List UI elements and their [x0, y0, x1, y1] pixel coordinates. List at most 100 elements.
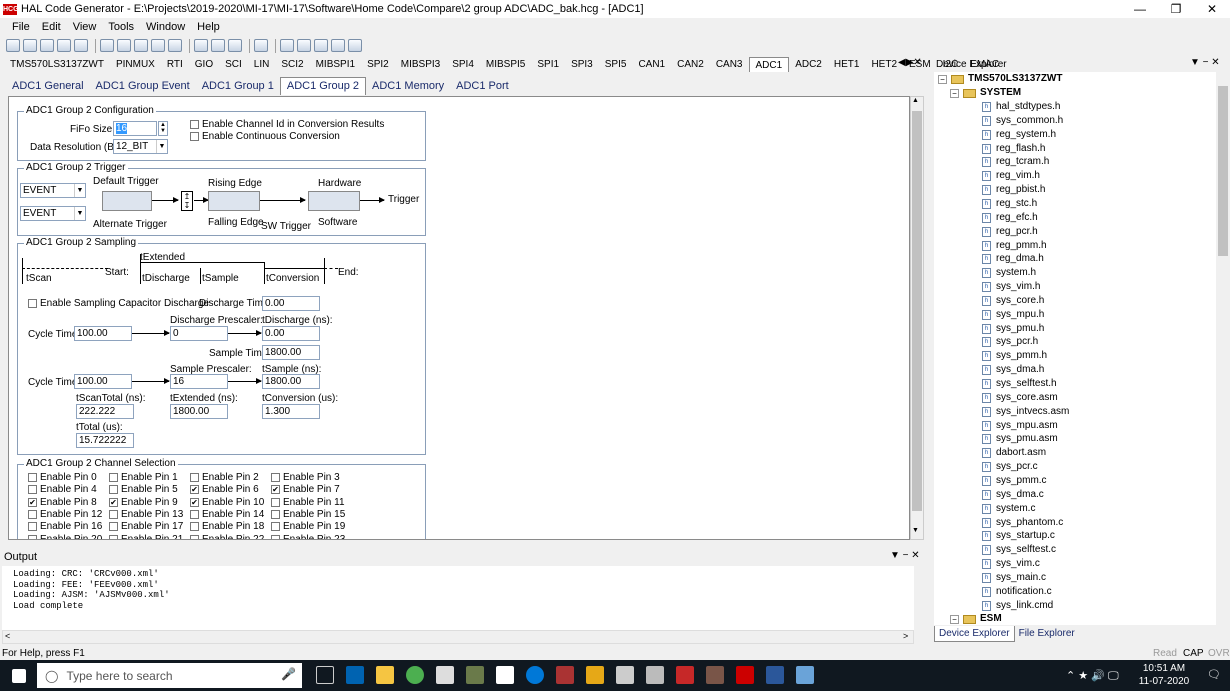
module-tab[interactable]: LIN	[248, 57, 276, 72]
resolution-select[interactable]: 12_BIT ▼	[113, 139, 168, 154]
tree-file[interactable]: h sys_vim.c	[982, 557, 1040, 571]
tree-file[interactable]: h reg_tcram.h	[982, 155, 1049, 169]
pin-checkbox[interactable]: ✔ Enable Pin 9	[109, 497, 178, 508]
tree-folder-esm[interactable]: − ESM	[950, 612, 1002, 625]
pin-close-icons[interactable]: ▼ − ✕	[890, 550, 920, 561]
calculator-icon[interactable]	[496, 666, 514, 684]
tree-root[interactable]: − TMS570LS3137ZWT	[938, 72, 1062, 86]
menu-item[interactable]: View	[67, 21, 103, 33]
redo-icon[interactable]	[168, 39, 182, 52]
collapse-icon[interactable]: −	[950, 614, 959, 624]
word-icon[interactable]	[766, 666, 784, 684]
app-icon[interactable]	[706, 666, 724, 684]
collapse-icon[interactable]: −	[938, 74, 947, 84]
pin-close-icons[interactable]: ▼ − ✕	[1190, 57, 1220, 68]
tree-file[interactable]: h sys_selftest.c	[982, 543, 1056, 557]
window-icon[interactable]	[228, 39, 242, 52]
chrome-icon[interactable]	[406, 666, 424, 684]
tree-file[interactable]: h sys_startup.c	[982, 529, 1055, 543]
tree-file[interactable]: h sys_pcr.c	[982, 460, 1038, 474]
tree-file[interactable]: h sys_main.c	[982, 571, 1046, 585]
cycle-time-input-2[interactable]: 100.00	[74, 374, 132, 389]
app-icon[interactable]	[556, 666, 574, 684]
pin-checkbox[interactable]: Enable Pin 17	[109, 521, 183, 532]
home-icon[interactable]	[331, 39, 345, 52]
app-icon[interactable]	[646, 666, 664, 684]
scroll-thumb[interactable]	[912, 111, 922, 511]
tree-file[interactable]: h sys_dma.h	[982, 363, 1044, 377]
sub-tab[interactable]: ADC1 Port	[450, 78, 515, 95]
restore-button[interactable]: ❐	[1158, 0, 1194, 18]
cut-icon[interactable]	[100, 39, 114, 52]
module-tab[interactable]: GIO	[189, 57, 219, 72]
pin-checkbox[interactable]: Enable Pin 3	[271, 472, 340, 483]
pin-checkbox[interactable]: Enable Pin 18	[190, 521, 264, 532]
tree-file[interactable]: h sys_dma.c	[982, 488, 1044, 502]
tab-scroll-arrows[interactable]: ◀▶✕	[898, 57, 922, 68]
sample-prescaler-input[interactable]: 16	[170, 374, 228, 389]
pin-checkbox[interactable]: Enable Pin 21	[109, 534, 183, 539]
pin-checkbox[interactable]: Enable Pin 23	[271, 534, 345, 539]
notification-icon[interactable]: 🗨	[1207, 668, 1221, 681]
module-tab[interactable]: CAN2	[671, 57, 710, 72]
build-icon[interactable]	[254, 39, 268, 52]
scroll-up-icon[interactable]: ▲	[912, 97, 919, 104]
settings-icon[interactable]	[211, 39, 225, 52]
tree-scrollbar[interactable]	[1216, 72, 1230, 625]
sub-tab[interactable]: ADC1 Group 1	[196, 78, 280, 95]
minimize-button[interactable]: —	[1122, 0, 1158, 18]
tree-file[interactable]: h reg_flash.h	[982, 142, 1045, 156]
print-icon[interactable]	[74, 39, 88, 52]
scroll-left-icon[interactable]: <	[5, 631, 10, 641]
tree-file[interactable]: h sys_intvecs.asm	[982, 405, 1069, 419]
pin-checkbox[interactable]: Enable Pin 13	[109, 509, 183, 520]
paste-icon[interactable]	[134, 39, 148, 52]
pin-checkbox[interactable]: Enable Pin 12	[28, 509, 102, 520]
tree-file[interactable]: h dabort.asm	[982, 446, 1046, 460]
open-icon[interactable]	[23, 39, 37, 52]
tree-file[interactable]: h reg_system.h	[982, 128, 1056, 142]
task-view-icon[interactable]	[316, 666, 334, 684]
pin-checkbox[interactable]: Enable Pin 22	[190, 534, 264, 539]
tree-file[interactable]: h sys_mpu.h	[982, 308, 1044, 322]
stop-icon[interactable]	[314, 39, 328, 52]
tree-file[interactable]: h sys_pmm.c	[982, 474, 1047, 488]
sub-tab[interactable]: ADC1 Memory	[366, 78, 450, 95]
scroll-right-icon[interactable]: >	[903, 631, 908, 641]
windows-start-icon[interactable]	[12, 668, 26, 683]
pin-checkbox[interactable]: Enable Pin 4	[28, 484, 97, 495]
cycle-time-input-1[interactable]: 100.00	[74, 326, 132, 341]
store-icon[interactable]	[346, 666, 364, 684]
file-explorer-icon[interactable]	[376, 666, 394, 684]
app-icon[interactable]	[586, 666, 604, 684]
sub-tab[interactable]: ADC1 General	[6, 78, 90, 95]
menu-item[interactable]: Tools	[102, 21, 140, 33]
tree-file[interactable]: h reg_pmm.h	[982, 239, 1047, 253]
pin-checkbox[interactable]: ✔ Enable Pin 8	[28, 497, 97, 508]
discharge-checkbox[interactable]: Enable Sampling Capacitor Discharge	[28, 298, 209, 309]
tree-file[interactable]: h hal_stdtypes.h	[982, 100, 1061, 114]
tree-file[interactable]: h sys_pmu.asm	[982, 432, 1058, 446]
generate-icon[interactable]	[194, 39, 208, 52]
module-tab[interactable]: MIBSPI3	[395, 57, 446, 72]
search-box[interactable]: ◯ Type here to search 🎤	[37, 663, 302, 688]
pin-checkbox[interactable]: Enable Pin 14	[190, 509, 264, 520]
menu-item[interactable]: Edit	[36, 21, 67, 33]
module-tab[interactable]: SCI	[219, 57, 248, 72]
module-tab[interactable]: HET1	[828, 57, 866, 72]
pin-checkbox[interactable]: Enable Pin 11	[271, 497, 345, 508]
sub-tab[interactable]: ADC1 Group Event	[90, 78, 196, 95]
tray-icons[interactable]: ⌃ ★ 🔊 🖵	[1066, 669, 1119, 683]
tree-file[interactable]: h notification.c	[982, 585, 1052, 599]
module-tab[interactable]: SPI4	[446, 57, 480, 72]
close-button[interactable]: ✕	[1194, 0, 1230, 18]
mail-icon[interactable]	[436, 666, 454, 684]
tree-file[interactable]: h reg_efc.h	[982, 211, 1038, 225]
copy-icon[interactable]	[117, 39, 131, 52]
tree-file[interactable]: h sys_pmu.h	[982, 322, 1044, 336]
channel-id-checkbox[interactable]: Enable Channel Id in Conversion Results	[190, 119, 384, 130]
pin-checkbox[interactable]: ✔ Enable Pin 10	[190, 497, 264, 508]
save-all-icon[interactable]	[57, 39, 71, 52]
tree-file[interactable]: h sys_core.asm	[982, 391, 1058, 405]
menu-item[interactable]: Window	[140, 21, 191, 33]
